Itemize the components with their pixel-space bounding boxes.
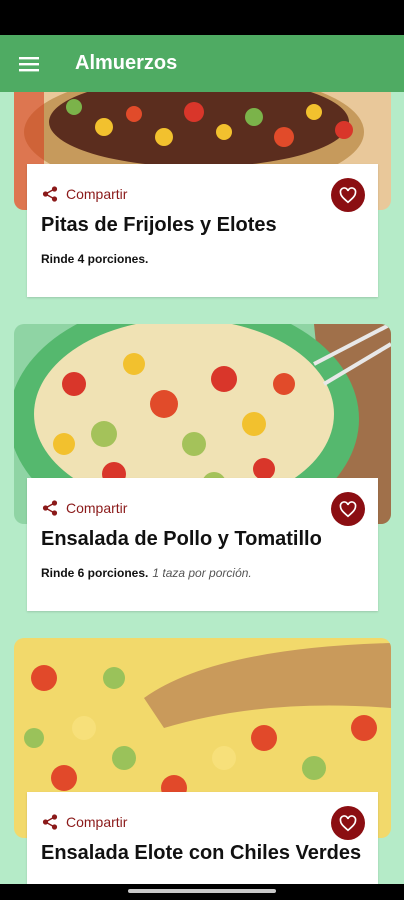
favorite-button[interactable] (331, 492, 365, 526)
heart-outline-icon (339, 814, 357, 831)
recipe-info: Compartir Ensalada Elote con Chiles Verd… (27, 792, 378, 884)
recipe-info: Compartir Pitas de Frijoles y Elotes Rin… (27, 164, 378, 297)
hamburger-menu-icon (19, 56, 39, 71)
share-icon (42, 500, 58, 516)
yield-text: Rinde 6 porciones. (41, 566, 149, 580)
share-button[interactable]: Compartir (42, 814, 127, 830)
share-icon (42, 186, 58, 202)
navigation-bar (0, 884, 404, 900)
recipe-info: Compartir Ensalada de Pollo y Tomatillo … (27, 478, 378, 611)
yield-text: Rinde 4 porciones. (41, 252, 149, 266)
recipe-title: Ensalada de Pollo y Tomatillo (41, 528, 322, 550)
share-icon (42, 814, 58, 830)
share-button[interactable]: Compartir (42, 186, 127, 202)
status-bar (0, 0, 404, 35)
share-label: Compartir (66, 186, 128, 202)
heart-outline-icon (339, 186, 357, 203)
heart-outline-icon (339, 500, 357, 517)
recipe-title: Pitas de Frijoles y Elotes (41, 214, 277, 236)
recipe-card[interactable]: Compartir Ensalada Elote con Chiles Verd… (14, 638, 391, 884)
menu-button[interactable] (0, 35, 58, 92)
page-title: Almuerzos (75, 52, 178, 74)
share-label: Compartir (66, 500, 128, 516)
home-gesture-handle[interactable] (128, 889, 276, 893)
serving-note: 1 taza por porción. (152, 566, 252, 580)
favorite-button[interactable] (331, 806, 365, 840)
recipe-yield: Rinde 6 porciones. 1 taza por porción. (41, 566, 252, 580)
recipe-card[interactable]: Compartir Ensalada de Pollo y Tomatillo … (14, 324, 391, 611)
favorite-button[interactable] (331, 178, 365, 212)
share-button[interactable]: Compartir (42, 500, 127, 516)
recipe-title: Ensalada Elote con Chiles Verdes (41, 842, 362, 864)
app-bar: Almuerzos (0, 35, 404, 92)
recipe-yield: Rinde 4 porciones. (41, 252, 148, 266)
recipe-card[interactable]: Compartir Pitas de Frijoles y Elotes Rin… (14, 92, 391, 297)
share-label: Compartir (66, 814, 128, 830)
